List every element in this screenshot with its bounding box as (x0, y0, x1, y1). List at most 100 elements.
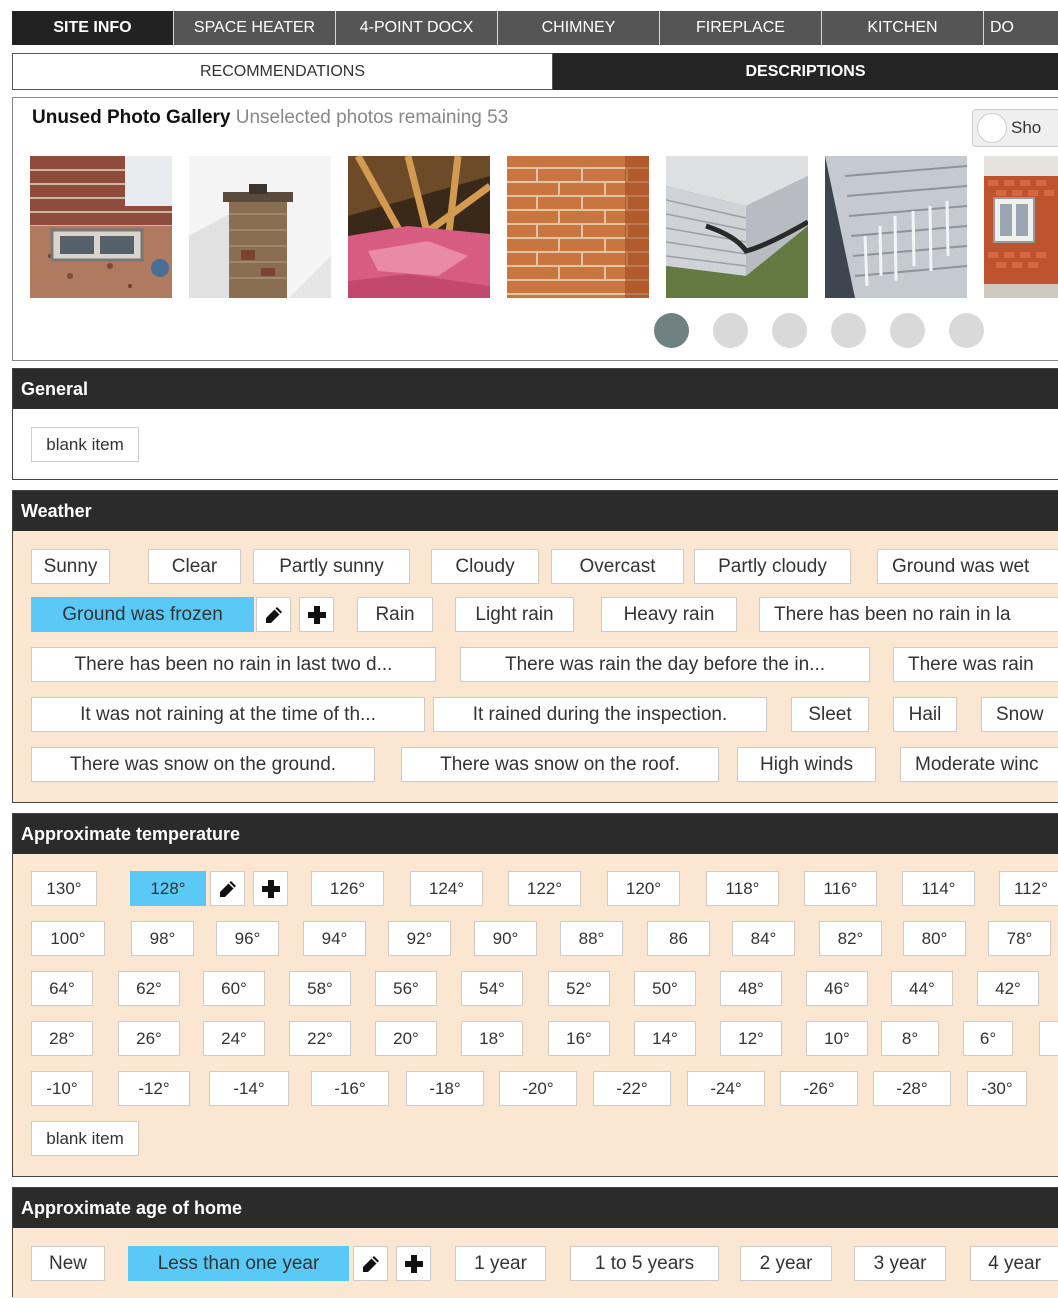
option-chip[interactable]: Heavy rain (601, 597, 737, 632)
option-chip[interactable]: blank item (31, 427, 139, 462)
option-chip[interactable]: 64° (31, 971, 93, 1006)
option-chip[interactable]: -22° (593, 1071, 671, 1106)
option-chip[interactable]: High winds (737, 747, 876, 782)
add-plus-icon[interactable] (396, 1246, 431, 1281)
option-chip[interactable]: Overcast (551, 549, 684, 584)
option-chip[interactable]: blank item (31, 1121, 139, 1156)
option-chip[interactable]: 20° (375, 1021, 437, 1056)
option-chip[interactable]: There has been no rain in la (759, 597, 1058, 632)
option-chip[interactable]: Snow (981, 697, 1058, 732)
edit-pencil-icon[interactable] (210, 871, 245, 906)
gallery-page-dot[interactable] (890, 313, 925, 348)
gallery-page-dot-active[interactable] (654, 313, 689, 348)
option-chip[interactable]: 42° (977, 971, 1039, 1006)
option-chip[interactable]: -10° (31, 1071, 93, 1106)
option-chip[interactable]: 16° (548, 1021, 610, 1056)
option-chip[interactable]: 62° (118, 971, 180, 1006)
gallery-page-dot[interactable] (831, 313, 866, 348)
tab-do[interactable]: DO (984, 11, 1058, 45)
option-chip[interactable]: 122° (508, 871, 581, 906)
option-chip[interactable]: 18° (461, 1021, 523, 1056)
option-chip[interactable]: Moderate winc (900, 747, 1058, 782)
option-chip[interactable]: 28° (31, 1021, 93, 1056)
option-chip[interactable]: 92° (388, 921, 451, 956)
option-chip[interactable]: 12° (720, 1021, 782, 1056)
option-chip[interactable]: 48° (720, 971, 782, 1006)
option-chip[interactable]: -28° (873, 1071, 951, 1106)
option-chip[interactable]: 118° (706, 871, 779, 906)
option-chip[interactable]: 24° (203, 1021, 265, 1056)
edit-pencil-icon[interactable] (256, 597, 291, 632)
option-chip[interactable]: Sleet (791, 697, 869, 732)
option-chip[interactable]: -20° (499, 1071, 577, 1106)
option-chip[interactable]: 60° (203, 971, 265, 1006)
option-chip[interactable]: Partly sunny (253, 549, 410, 584)
option-chip[interactable]: -12° (118, 1071, 190, 1106)
option-chip[interactable]: 46° (806, 971, 868, 1006)
option-chip[interactable]: There was rain (893, 647, 1058, 682)
option-chip[interactable]: 114° (902, 871, 975, 906)
tab-4-point-docx[interactable]: 4-POINT DOCX (336, 11, 498, 45)
add-plus-icon[interactable] (253, 871, 288, 906)
option-chip[interactable]: There was snow on the ground. (31, 747, 375, 782)
option-chip[interactable]: There has been no rain in last two d... (31, 647, 436, 682)
option-chip[interactable]: 1 year (455, 1246, 546, 1281)
option-chip[interactable]: 112° (999, 871, 1058, 906)
option-chip[interactable]: There was snow on the roof. (401, 747, 719, 782)
option-chip[interactable]: 3 year (854, 1246, 946, 1281)
option-chip[interactable]: It rained during the inspection. (433, 697, 767, 732)
option-chip[interactable]: -16° (311, 1071, 389, 1106)
photo-thumbnail-icicles-siding[interactable] (825, 156, 967, 298)
tab-descriptions[interactable]: DESCRIPTIONS (553, 53, 1058, 90)
photo-thumbnail-siding-corner[interactable] (666, 156, 808, 298)
option-chip[interactable]: 56° (375, 971, 437, 1006)
option-chip[interactable]: -14° (209, 1071, 289, 1106)
option-chip[interactable]: Partly cloudy (694, 549, 851, 584)
option-chip[interactable]: 80° (903, 921, 966, 956)
option-chip-selected[interactable]: Less than one year (128, 1246, 349, 1281)
option-chip[interactable]: New (31, 1246, 105, 1281)
option-chip[interactable]: 58° (289, 971, 351, 1006)
option-chip[interactable]: Rain (357, 597, 433, 632)
option-chip[interactable]: 98° (131, 921, 194, 956)
option-chip[interactable]: 84° (732, 921, 795, 956)
gallery-page-dot[interactable] (772, 313, 807, 348)
option-chip[interactable]: 4 year (970, 1246, 1058, 1281)
option-chip[interactable]: 126° (311, 871, 384, 906)
option-chip[interactable]: -26° (780, 1071, 858, 1106)
option-chip[interactable]: -24° (687, 1071, 765, 1106)
tab-chimney[interactable]: CHIMNEY (498, 11, 660, 45)
option-chip[interactable]: 100° (31, 921, 105, 956)
add-plus-icon[interactable] (299, 597, 334, 632)
tab-site-info[interactable]: SITE INFO (12, 11, 174, 45)
tab-fireplace[interactable]: FIREPLACE (660, 11, 822, 45)
option-chip[interactable]: 50° (634, 971, 696, 1006)
show-toggle[interactable]: Sho (972, 109, 1058, 147)
option-chip[interactable]: 52° (548, 971, 610, 1006)
photo-thumbnail-brick-wall[interactable] (507, 156, 649, 298)
option-chip[interactable]: 78° (988, 921, 1051, 956)
gallery-page-dot[interactable] (949, 313, 984, 348)
option-chip[interactable]: Hail (893, 697, 957, 732)
tab-recommendations[interactable]: RECOMMENDATIONS (12, 53, 553, 90)
option-chip[interactable]: Cloudy (431, 549, 539, 584)
option-chip[interactable]: 54° (461, 971, 523, 1006)
tab-space-heater[interactable]: SPACE HEATER (174, 11, 336, 45)
option-chip[interactable]: There was rain the day before the in... (460, 647, 870, 682)
photo-thumbnail-brick-bay[interactable] (984, 156, 1058, 298)
option-chip[interactable]: 124° (410, 871, 483, 906)
option-chip[interactable]: 82° (819, 921, 882, 956)
option-chip[interactable]: 86 (647, 921, 710, 956)
option-chip[interactable]: 14° (634, 1021, 696, 1056)
edit-pencil-icon[interactable] (353, 1246, 388, 1281)
option-chip[interactable]: 26° (118, 1021, 180, 1056)
option-chip[interactable]: Ground was wet (877, 549, 1058, 584)
photo-thumbnail-basement-window[interactable] (30, 156, 172, 298)
option-chip[interactable]: 22° (289, 1021, 351, 1056)
option-chip[interactable]: 10° (806, 1021, 868, 1056)
option-chip-selected[interactable]: Ground was frozen (31, 597, 254, 632)
option-chip[interactable]: 120° (607, 871, 680, 906)
photo-thumbnail-chimney[interactable] (189, 156, 331, 298)
option-chip-partial[interactable] (1039, 1021, 1058, 1056)
photo-thumbnail-attic-insulation[interactable] (348, 156, 490, 298)
